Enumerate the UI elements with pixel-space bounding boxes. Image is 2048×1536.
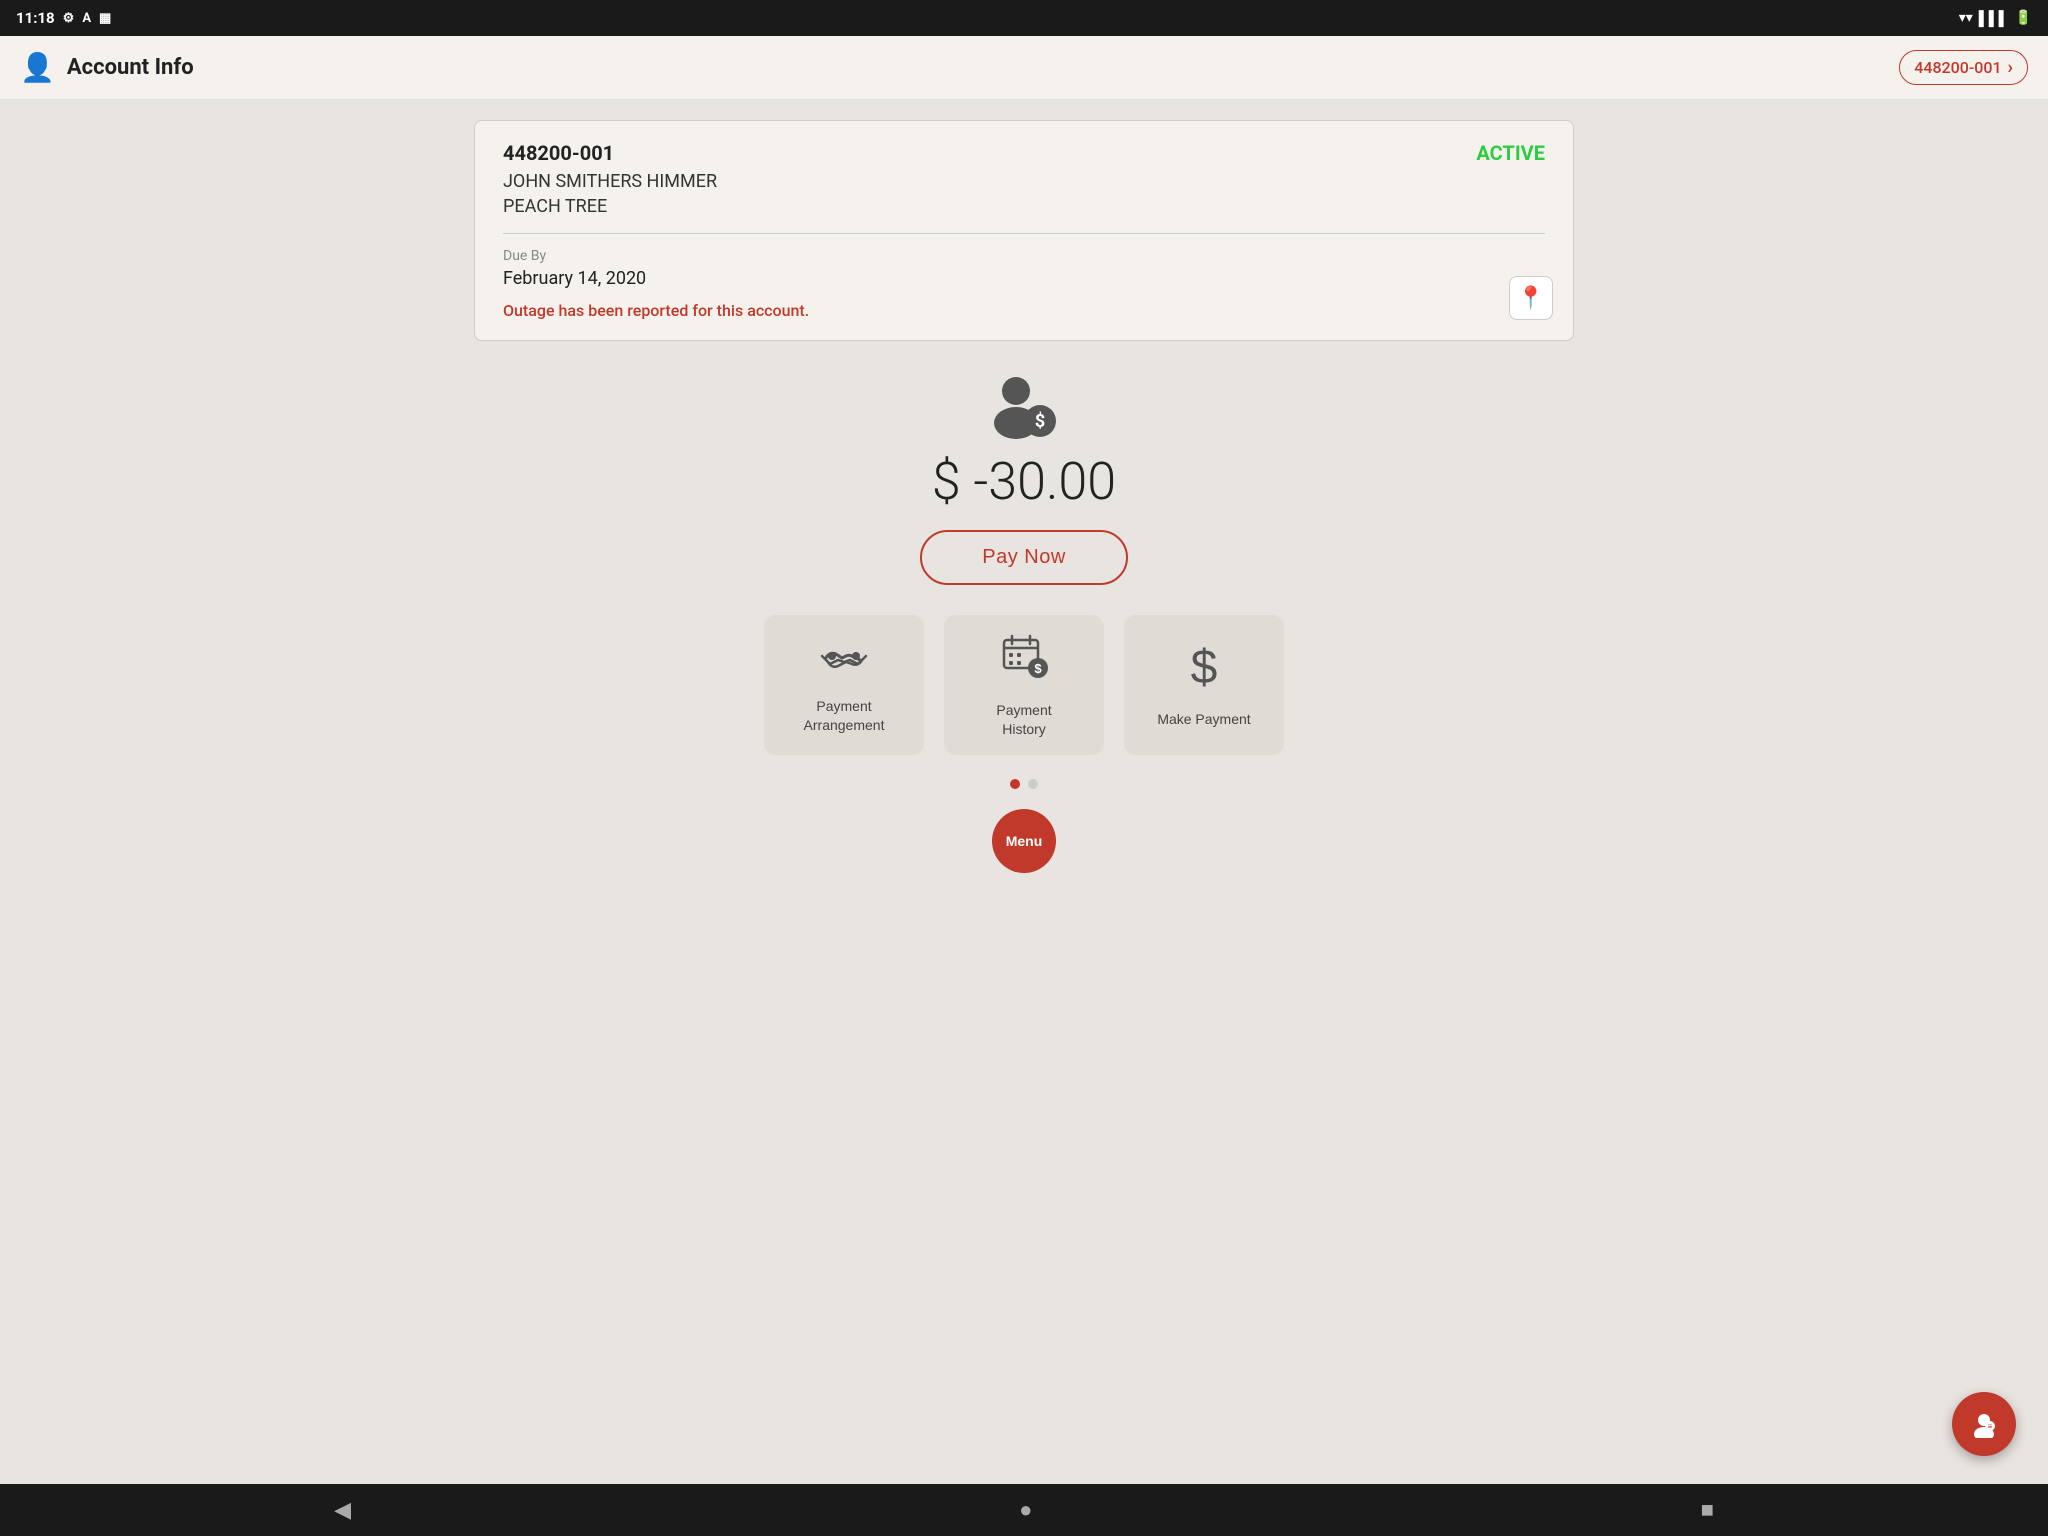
contact-fab-button[interactable]: ≡ — [1952, 1392, 2016, 1456]
account-chip-number: 448200-001 — [1914, 58, 2001, 77]
location-pin-icon: 📍 — [1517, 286, 1544, 311]
account-status: ACTIVE — [1476, 141, 1545, 165]
signal-icon: ▌▌▌ — [1979, 10, 2009, 27]
status-bar: 11:18 ⚙ A ▦ ▾▾ ▌▌▌ 🔋 — [0, 0, 2048, 36]
dot-2 — [1028, 779, 1038, 789]
status-bar-right: ▾▾ ▌▌▌ 🔋 — [1959, 10, 2032, 27]
balance-amount: $ -30.00 — [932, 451, 1116, 512]
svg-text:≡: ≡ — [1988, 1422, 1993, 1431]
app-bar-left: 👤 Account Info — [20, 51, 194, 84]
payment-arrangement-label: Payment Arrangement — [804, 697, 885, 733]
due-by-label: Due By — [503, 248, 1545, 264]
pay-now-button[interactable]: Pay Now — [920, 530, 1128, 585]
account-chip[interactable]: 448200-001 › — [1899, 50, 2028, 85]
outage-icon-button[interactable]: 📍 — [1509, 276, 1553, 320]
payment-arrangement-button[interactable]: Payment Arrangement — [764, 615, 924, 755]
account-divider — [503, 233, 1545, 234]
main-content: 448200-001 ACTIVE JOHN SMITHERS HIMMER P… — [0, 100, 2048, 1484]
calendar-dollar-icon: $ — [1000, 632, 1048, 689]
svg-text:$: $ — [1191, 641, 1218, 689]
balance-icon: $ — [988, 371, 1060, 443]
outage-message: Outage has been reported for this accoun… — [503, 301, 1545, 320]
due-by-date: February 14, 2020 — [503, 268, 1545, 289]
app-bar: 👤 Account Info 448200-001 › — [0, 36, 2048, 100]
settings-icon: ⚙ — [63, 11, 75, 26]
dot-1 — [1010, 779, 1020, 789]
recent-button[interactable]: ■ — [1681, 1489, 1734, 1531]
wifi-icon: ▾▾ — [1959, 10, 1973, 26]
balance-section: $ $ -30.00 Pay Now — [920, 371, 1128, 585]
back-button[interactable]: ◀ — [314, 1489, 371, 1531]
payment-history-label: Payment History — [996, 701, 1051, 737]
handshake-icon — [820, 636, 868, 685]
page-indicator — [1010, 779, 1038, 789]
account-name: JOHN SMITHERS HIMMER — [503, 171, 1545, 192]
account-card: 448200-001 ACTIVE JOHN SMITHERS HIMMER P… — [474, 120, 1574, 341]
account-card-header: 448200-001 ACTIVE — [503, 141, 1545, 165]
dollar-sign-icon: $ — [1184, 641, 1224, 698]
accessibility-icon: A — [82, 11, 91, 26]
app-bar-title: Account Info — [67, 55, 194, 80]
account-location: PEACH TREE — [503, 196, 1545, 217]
make-payment-label: Make Payment — [1157, 710, 1250, 728]
sim-icon: ▦ — [99, 11, 111, 26]
chevron-right-icon: › — [2008, 57, 2013, 78]
action-buttons: Payment Arrangement $ — [764, 615, 1284, 755]
svg-text:$: $ — [1035, 411, 1045, 432]
contact-icon: ≡ — [1970, 1410, 1998, 1438]
person-dollar-svg: $ — [988, 371, 1060, 443]
make-payment-button[interactable]: $ Make Payment — [1124, 615, 1284, 755]
menu-button[interactable]: Menu — [992, 809, 1056, 873]
battery-icon: 🔋 — [2015, 10, 2032, 26]
account-number: 448200-001 — [503, 141, 614, 165]
home-button[interactable]: ● — [999, 1489, 1052, 1531]
account-avatar-icon: 👤 — [20, 51, 55, 84]
status-time: 11:18 — [16, 9, 55, 27]
status-bar-left: 11:18 ⚙ A ▦ — [16, 9, 111, 27]
svg-text:$: $ — [1034, 661, 1042, 676]
payment-history-button[interactable]: $ Payment History — [944, 615, 1104, 755]
nav-bar: ◀ ● ■ — [0, 1484, 2048, 1536]
